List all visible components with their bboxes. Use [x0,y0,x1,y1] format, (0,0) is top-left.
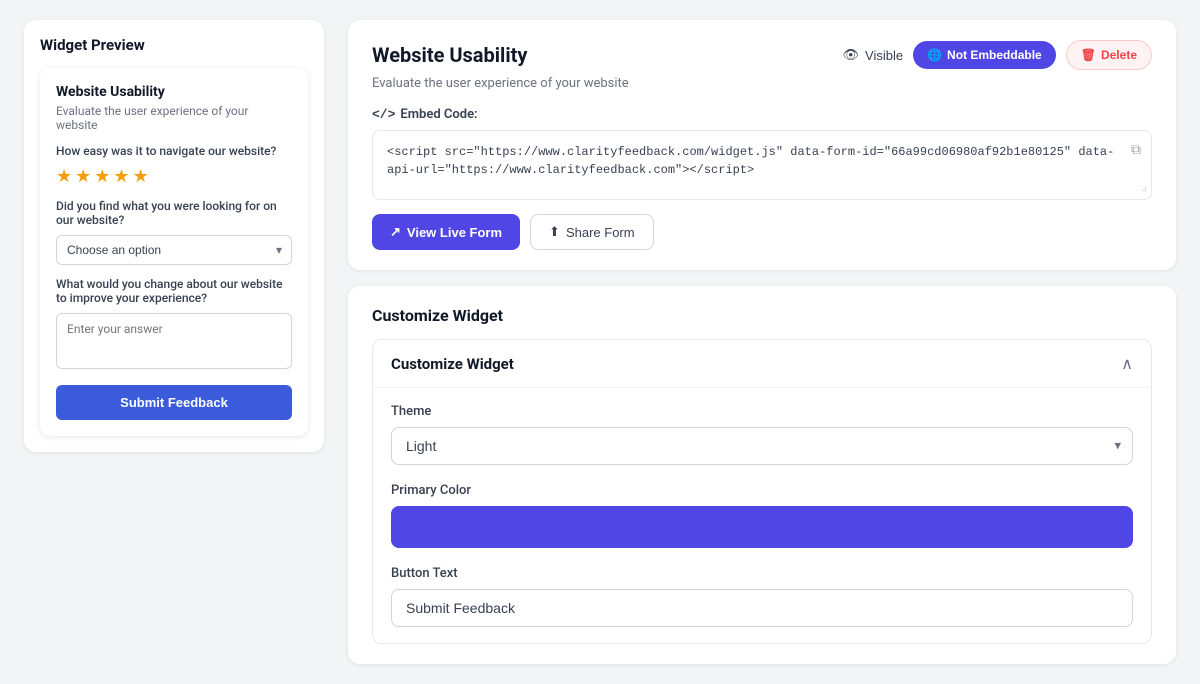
share-icon: ⬆ [549,224,560,240]
right-panel: Website Usability 👁 Visible 🌐 Not Embedd… [348,20,1176,664]
not-embeddable-button[interactable]: 🌐 Not Embeddable [913,41,1056,69]
customize-section-toggle[interactable]: Customize Widget ∧ [373,340,1151,387]
widget-card-subtitle: Evaluate the user experience of your web… [56,104,292,132]
form-title: Website Usability [372,43,527,67]
star-1[interactable]: ★ [56,166,72,187]
chevron-up-icon: ∧ [1121,354,1133,373]
star-4[interactable]: ★ [113,166,129,187]
widget-preview-title: Widget Preview [40,36,308,54]
top-card-header: Website Usability 👁 Visible 🌐 Not Embedd… [372,40,1152,70]
primary-color-swatch[interactable] [391,506,1133,548]
star-rating[interactable]: ★ ★ ★ ★ ★ [56,166,292,187]
customize-section-body: Theme Light Dark ▾ Primary Color Button … [373,387,1151,643]
code-icon: </> [372,107,395,122]
option-dropdown[interactable]: Choose an option [56,235,292,265]
share-form-button[interactable]: ⬆ Share Form [530,214,654,250]
action-buttons: ↗ View Live Form ⬆ Share Form [372,214,1152,250]
widget-question-1: How easy was it to navigate our website? [56,144,292,158]
widget-question-3: What would you change about our website … [56,277,292,305]
embed-code-text: <script src="https://www.clarityfeedback… [387,145,1114,177]
form-description: Evaluate the user experience of your web… [372,76,1152,91]
header-actions: 👁 Visible 🌐 Not Embeddable 🗑 Delete [843,40,1152,70]
theme-select[interactable]: Light Dark [391,427,1133,465]
submit-button[interactable]: Submit Feedback [56,385,292,420]
theme-label: Theme [391,404,1133,419]
resize-handle: ⌟ [1141,178,1147,196]
widget-card: Website Usability Evaluate the user expe… [40,68,308,436]
star-5[interactable]: ★ [133,166,149,187]
widget-question-2: Did you find what you were looking for o… [56,199,292,227]
button-text-input[interactable] [391,589,1133,627]
customize-section: Customize Widget ∧ Theme Light Dark ▾ Pr… [372,339,1152,644]
customize-section-title: Customize Widget [391,355,514,373]
share-form-label: Share Form [566,225,635,240]
visible-label: Visible [865,48,903,63]
button-text-label: Button Text [391,566,1133,581]
trash-icon: 🗑 [1081,48,1096,62]
embed-section: </> Embed Code: <script src="https://www… [372,107,1152,250]
globe-icon: 🌐 [927,48,942,62]
delete-label: Delete [1101,48,1137,62]
customize-widget-header: Customize Widget [372,306,1152,325]
copy-button[interactable]: ⧉ [1131,141,1141,158]
star-2[interactable]: ★ [75,166,91,187]
not-embeddable-label: Not Embeddable [947,48,1042,62]
embed-code-box: <script src="https://www.clarityfeedback… [372,130,1152,200]
feedback-textarea[interactable] [56,313,292,369]
visible-button[interactable]: 👁 Visible [843,47,904,63]
widget-card-title: Website Usability [56,84,292,100]
primary-color-label: Primary Color [391,483,1133,498]
eye-icon: 👁 [843,47,860,63]
customize-widget-card: Customize Widget Customize Widget ∧ Them… [348,286,1176,664]
embed-label: </> Embed Code: [372,107,1152,122]
widget-preview-panel: Widget Preview Website Usability Evaluat… [24,20,324,452]
delete-button[interactable]: 🗑 Delete [1066,40,1152,70]
external-link-icon: ↗ [390,224,401,240]
view-live-button[interactable]: ↗ View Live Form [372,214,520,250]
form-details-card: Website Usability 👁 Visible 🌐 Not Embedd… [348,20,1176,270]
star-3[interactable]: ★ [94,166,110,187]
option-dropdown-wrapper: Choose an option ▾ [56,235,292,265]
view-live-label: View Live Form [407,225,502,240]
theme-select-wrapper: Light Dark ▾ [391,427,1133,465]
